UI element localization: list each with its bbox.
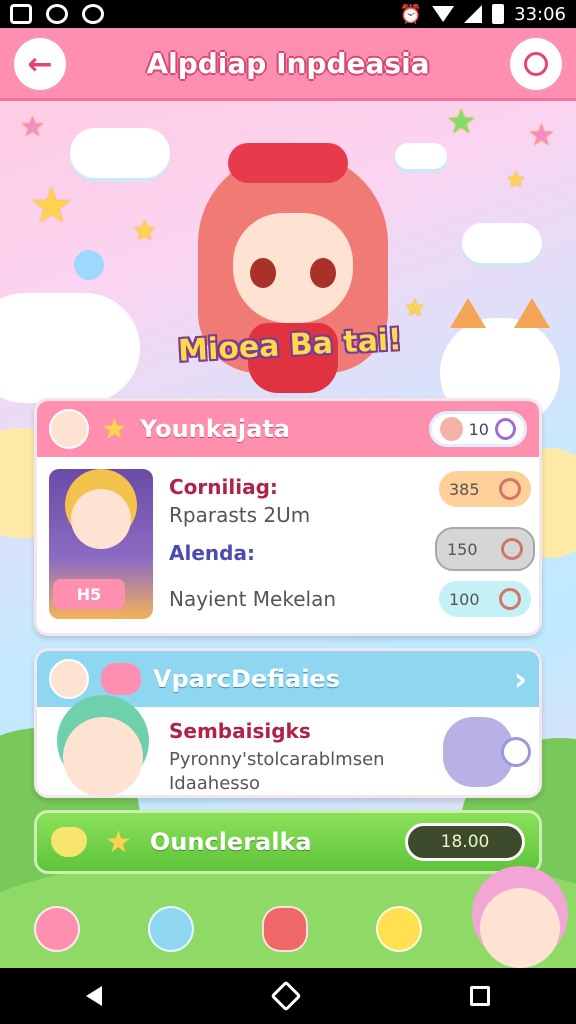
stat-value: 150	[447, 539, 478, 559]
star-icon: ★	[105, 824, 132, 860]
page-title: Alpdiap Inpdeasia	[146, 46, 430, 80]
reward-bar[interactable]: ★ Ouncleralka 18.00	[34, 810, 542, 874]
stat-pill-3[interactable]: 100	[439, 581, 531, 617]
signal-icon	[464, 5, 483, 23]
section-line-3: Idaahesso	[169, 773, 261, 794]
star-icon: ★	[528, 118, 555, 153]
corner-character	[480, 888, 560, 968]
info-icon	[499, 478, 521, 500]
profile-line-3: Alenda:	[169, 541, 255, 565]
section-card-header[interactable]: VparcDefiaies ›	[37, 651, 539, 707]
avatar	[440, 417, 463, 441]
chevron-right-icon[interactable]: ›	[514, 660, 527, 698]
section-line-1: Sembaisigks	[169, 719, 311, 743]
character-portrait[interactable]: H5	[49, 469, 153, 619]
profile-card-title: Younkajata	[139, 415, 290, 443]
arrow-left-icon: ←	[27, 46, 53, 82]
avatar	[49, 659, 89, 699]
star-icon: ★	[446, 102, 477, 142]
nav-home-icon[interactable]	[270, 980, 302, 1012]
info-icon	[499, 588, 521, 610]
character-bow	[228, 143, 348, 183]
nav-back-icon[interactable]	[86, 986, 103, 1006]
image-notification-icon	[10, 4, 32, 24]
character-eye	[310, 258, 336, 288]
status-time: 33:06	[514, 3, 566, 25]
star-icon: ★	[101, 411, 128, 447]
avatar	[49, 409, 89, 449]
info-icon[interactable]	[501, 737, 531, 767]
profile-card-header: ★ Younkajata 10	[37, 401, 539, 457]
section-card[interactable]: VparcDefiaies › Sembaisigks Pyronny'stol…	[34, 648, 542, 798]
sync-notification-icon	[82, 4, 104, 24]
camera-notification-icon	[46, 4, 68, 24]
tab-lemon[interactable]	[376, 906, 422, 952]
alarm-icon: ⏰	[399, 3, 423, 25]
pig-icon	[101, 663, 141, 695]
back-button[interactable]: ←	[14, 38, 66, 90]
heart-icon	[51, 827, 87, 857]
star-icon: ★	[20, 110, 46, 143]
portrait-tag: H5	[53, 579, 125, 609]
cloud-decoration	[0, 293, 140, 403]
chat-bubble-icon	[524, 52, 548, 76]
nav-recents-icon[interactable]	[469, 986, 490, 1006]
app-header: ← Alpdiap Inpdeasia	[0, 28, 576, 98]
section-card-body: Sembaisigks Pyronny'stolcarablmsen Idaah…	[37, 707, 539, 795]
battery-icon	[492, 4, 505, 24]
reward-value[interactable]: 18.00	[405, 823, 525, 861]
star-icon: ★	[506, 168, 526, 193]
hero-character	[178, 123, 408, 423]
bubble-decoration	[74, 250, 104, 280]
cloud-decoration	[462, 223, 542, 263]
star-icon: ★	[132, 214, 158, 247]
system-nav-bar	[0, 968, 576, 1024]
star-icon: ★	[30, 178, 74, 234]
app-screen: ← Alpdiap Inpdeasia ★ ★ ★ ★ ★ ★ ★ Mioea …	[0, 28, 576, 968]
stat-pill-1[interactable]: 385	[439, 471, 531, 507]
tab-blob[interactable]	[148, 906, 194, 952]
info-icon	[494, 418, 516, 440]
stat-value: 100	[449, 589, 480, 609]
wifi-icon	[432, 6, 455, 22]
cat-ear	[514, 298, 550, 328]
status-bar: ⏰ 33:06	[0, 0, 576, 28]
profile-line-1: Corniliag:	[169, 475, 278, 499]
level-badge[interactable]: 10	[429, 411, 527, 447]
info-icon	[501, 538, 523, 560]
section-line-2: Pyronny'stolcarablmsen	[169, 749, 385, 770]
stat-value: 385	[449, 479, 480, 499]
cloud-decoration	[70, 128, 170, 178]
profile-card[interactable]: ★ Younkajata 10 H5 Corniliag: Rparasts 2…	[34, 398, 542, 636]
cat-ear	[450, 298, 486, 328]
portrait-face	[71, 489, 131, 549]
reward-bar-title: Ouncleralka	[149, 828, 312, 856]
character-portrait	[63, 717, 143, 795]
tab-pig[interactable]	[34, 906, 80, 952]
section-card-title: VparcDefiaies	[153, 665, 340, 693]
profile-line-4: Nayient Mekelan	[169, 587, 337, 611]
chat-button[interactable]	[510, 38, 562, 90]
character-eye	[250, 258, 276, 288]
profile-line-2: Rparasts 2Um	[169, 503, 311, 527]
stat-pill-2[interactable]: 150	[435, 527, 535, 571]
tab-apple[interactable]	[262, 906, 308, 952]
level-badge-value: 10	[468, 419, 489, 439]
profile-card-body: H5 Corniliag: Rparasts 2Um Alenda: Nayie…	[37, 457, 539, 633]
